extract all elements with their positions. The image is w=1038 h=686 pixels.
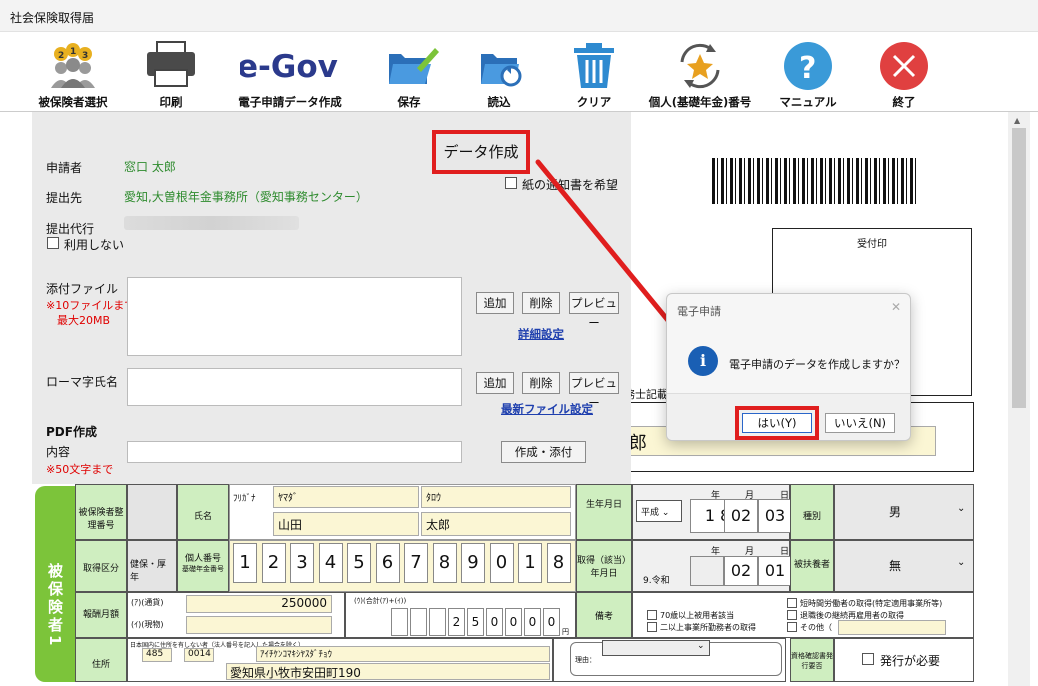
yes-button[interactable]: はい(Y) [742, 413, 812, 433]
dialog-message: 電子申請のデータを作成しますか？ [729, 358, 905, 371]
confirm-dialog: 電子申請 ✕ i 電子申請のデータを作成しますか？ はい(Y) いいえ(N) [666, 293, 911, 441]
info-icon: i [688, 346, 718, 376]
dialog-title: 電子申請 [677, 305, 721, 318]
close-icon[interactable]: ✕ [891, 300, 901, 314]
no-button[interactable]: いいえ(N) [825, 413, 895, 433]
